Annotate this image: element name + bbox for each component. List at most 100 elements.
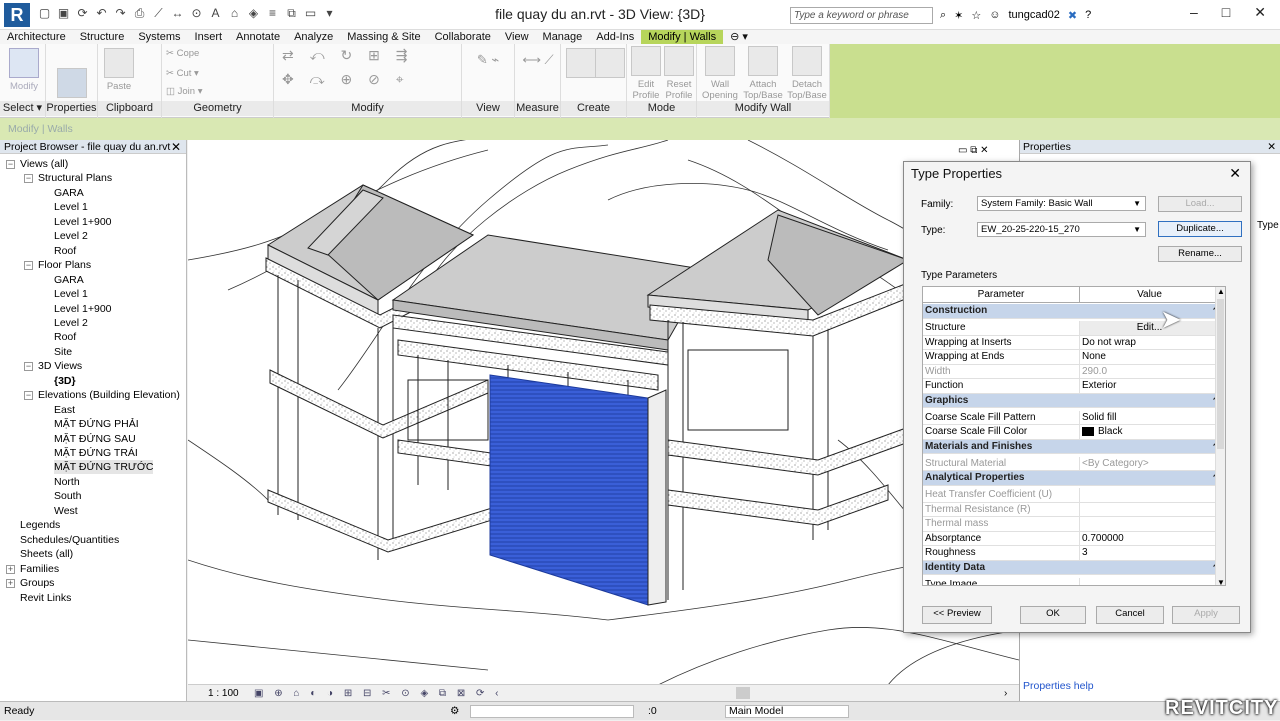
tree-toggle-icon[interactable]: − (24, 261, 33, 271)
grid-section-header[interactable]: Identity Data⌃ (923, 560, 1225, 575)
tab-massing-site[interactable]: Massing & Site (340, 30, 427, 44)
attach-top-base-button[interactable]: Attach Top/Base (742, 46, 784, 101)
parameter-value[interactable]: 290.0 (1079, 364, 1217, 378)
help-icon[interactable]: ? (1085, 9, 1091, 21)
workset-dropdown[interactable] (470, 705, 634, 718)
text-icon[interactable]: A (209, 7, 222, 20)
ok-button[interactable]: OK (1020, 606, 1086, 624)
tree-item[interactable]: Level 1+900 (54, 302, 112, 316)
tree-item[interactable]: MẶT ĐỨNG PHẢI (54, 417, 139, 431)
dialog-close-icon[interactable]: ✕ (1229, 165, 1241, 182)
tree-item[interactable]: Level 1 (54, 200, 88, 214)
redo-icon[interactable]: ↷ (114, 7, 127, 20)
tab-collaborate[interactable]: Collaborate (428, 30, 498, 44)
tab-analyze[interactable]: Analyze (287, 30, 340, 44)
revit-logo-button[interactable]: R (4, 3, 30, 27)
3d-view-icon[interactable]: ⌂ (228, 7, 241, 20)
scroll-up-icon[interactable]: ▲ (1217, 287, 1225, 296)
tree-item[interactable]: Groups (20, 576, 54, 590)
parameter-row[interactable]: Thermal mass (923, 517, 1225, 532)
tab-modify-walls[interactable]: Modify | Walls (641, 30, 724, 44)
worksharing-icon[interactable]: ⚙ (450, 702, 459, 721)
scroll-down-icon[interactable]: ▼ (1217, 578, 1225, 585)
parameter-value[interactable]: Solid fill (1079, 410, 1217, 424)
tree-item[interactable]: Views (all) (20, 157, 68, 171)
measure-tools-icon[interactable]: ⟷ ⟋ (521, 53, 555, 66)
search-input[interactable]: Type a keyword or phrase (790, 7, 933, 24)
properties-button[interactable] (56, 68, 88, 101)
dropdown-icon[interactable]: ▾ (323, 7, 336, 20)
undo-icon[interactable]: ↶ (95, 7, 108, 20)
binoculars-icon[interactable]: ⌕ (940, 9, 946, 22)
parameter-row[interactable]: Heat Transfer Coefficient (U) (923, 488, 1225, 503)
parameter-row[interactable]: Width 290.0 (923, 364, 1225, 379)
ribbon-options-icon[interactable]: ⊖ ▾ (723, 30, 755, 44)
join-button[interactable]: ◫ Join ▾ (166, 86, 226, 97)
tab-view[interactable]: View (498, 30, 536, 44)
scroll-right-icon[interactable]: › (1004, 685, 1007, 702)
tree-item[interactable]: Structural Plans (38, 171, 112, 185)
user-icon[interactable]: ☺ (989, 9, 1000, 21)
tree-item[interactable]: GARA (54, 186, 84, 200)
sync-icon[interactable]: ⟳ (76, 7, 89, 20)
tree-item[interactable]: Elevations (Building Elevation) (38, 388, 180, 402)
tree-item[interactable]: Revit Links (20, 591, 71, 605)
favorites-icon[interactable]: ☆ (971, 9, 981, 22)
tree-item[interactable]: South (54, 489, 81, 503)
tab-systems[interactable]: Systems (131, 30, 187, 44)
preview-button[interactable]: << Preview (922, 606, 992, 624)
close-icon[interactable]: ✕ (171, 140, 181, 154)
parameter-value[interactable] (1079, 502, 1217, 516)
selected-wall[interactable] (489, 374, 667, 606)
tree-toggle-icon[interactable]: + (6, 564, 15, 574)
parameter-row[interactable]: Absorptance 0.700000 (923, 531, 1225, 546)
grid-scrollbar[interactable]: ▲ ▼ (1215, 287, 1225, 585)
tree-item[interactable]: MẶT ĐỨNG SAU (54, 432, 136, 446)
switch-windows-icon[interactable]: ▭ (304, 7, 317, 20)
wall-opening-button[interactable]: Wall Opening (700, 46, 740, 101)
modify-tools-icons[interactable]: ⇄ ⤺ ↻ ⊞ ⇶ (282, 48, 452, 62)
save-icon[interactable]: ▣ (57, 7, 70, 20)
create-group-button[interactable] (566, 48, 596, 81)
tab-structure[interactable]: Structure (73, 30, 132, 44)
column-value[interactable]: Value (1079, 287, 1219, 303)
parameter-row[interactable]: Type Image (923, 577, 1225, 585)
apply-button[interactable]: Apply (1172, 606, 1240, 624)
edit-profile-button[interactable]: Edit Profile (630, 46, 662, 101)
reset-profile-button[interactable]: Reset Profile (663, 46, 695, 101)
tree-item[interactable]: Roof (54, 330, 76, 344)
scrollbar-thumb[interactable] (1217, 299, 1224, 449)
scrollbar-thumb[interactable] (736, 687, 750, 699)
parameter-row[interactable]: Roughness 3 (923, 546, 1225, 561)
viewport-window-controls[interactable]: ▭ ⧉ ✕ (958, 145, 989, 156)
select-dropdown[interactable]: Select ▾ (0, 101, 45, 116)
structure-edit-button[interactable]: Edit... (1079, 321, 1217, 335)
parameter-value[interactable]: Do not wrap (1079, 335, 1217, 349)
parameter-value[interactable]: <By Category> (1079, 456, 1217, 470)
modify-tools-icons-2[interactable]: ✥ ⤼ ⊕ ⊘ ⌖ (282, 72, 452, 86)
parameter-value[interactable]: 0.700000 (1079, 531, 1217, 545)
tab-insert[interactable]: Insert (188, 30, 230, 44)
close-icon[interactable]: ✕ (1254, 4, 1266, 21)
tree-item[interactable]: Families (20, 562, 59, 576)
parameter-row[interactable]: Coarse Scale Fill Pattern Solid fill (923, 410, 1225, 425)
tab-annotate[interactable]: Annotate (229, 30, 287, 44)
filter-count[interactable]: :0 (648, 702, 657, 721)
user-name[interactable]: tungcad02 (1009, 9, 1060, 21)
tree-item[interactable]: MẶT ĐỨNG TRƯỚC (54, 460, 154, 475)
parameter-value[interactable]: Exterior (1079, 379, 1217, 393)
properties-help-link[interactable]: Properties help (1023, 680, 1094, 692)
parameter-value[interactable]: Black (1079, 425, 1217, 439)
tree-item[interactable]: Sheets (all) (20, 547, 73, 561)
parameter-value[interactable] (1079, 488, 1217, 502)
dimension-icon[interactable]: ↔ (171, 7, 184, 20)
tab-manage[interactable]: Manage (536, 30, 590, 44)
view-scale[interactable]: 1 : 100 (208, 685, 239, 702)
tree-toggle-icon[interactable]: − (24, 174, 33, 184)
minimize-icon[interactable]: – (1190, 4, 1198, 21)
tree-toggle-icon[interactable]: + (6, 579, 15, 589)
tree-item[interactable]: Level 1+900 (54, 215, 112, 229)
tree-item[interactable]: North (54, 475, 80, 489)
copy-button[interactable]: ✂ Cope (166, 48, 226, 59)
parameter-row[interactable]: Thermal Resistance (R) (923, 502, 1225, 517)
